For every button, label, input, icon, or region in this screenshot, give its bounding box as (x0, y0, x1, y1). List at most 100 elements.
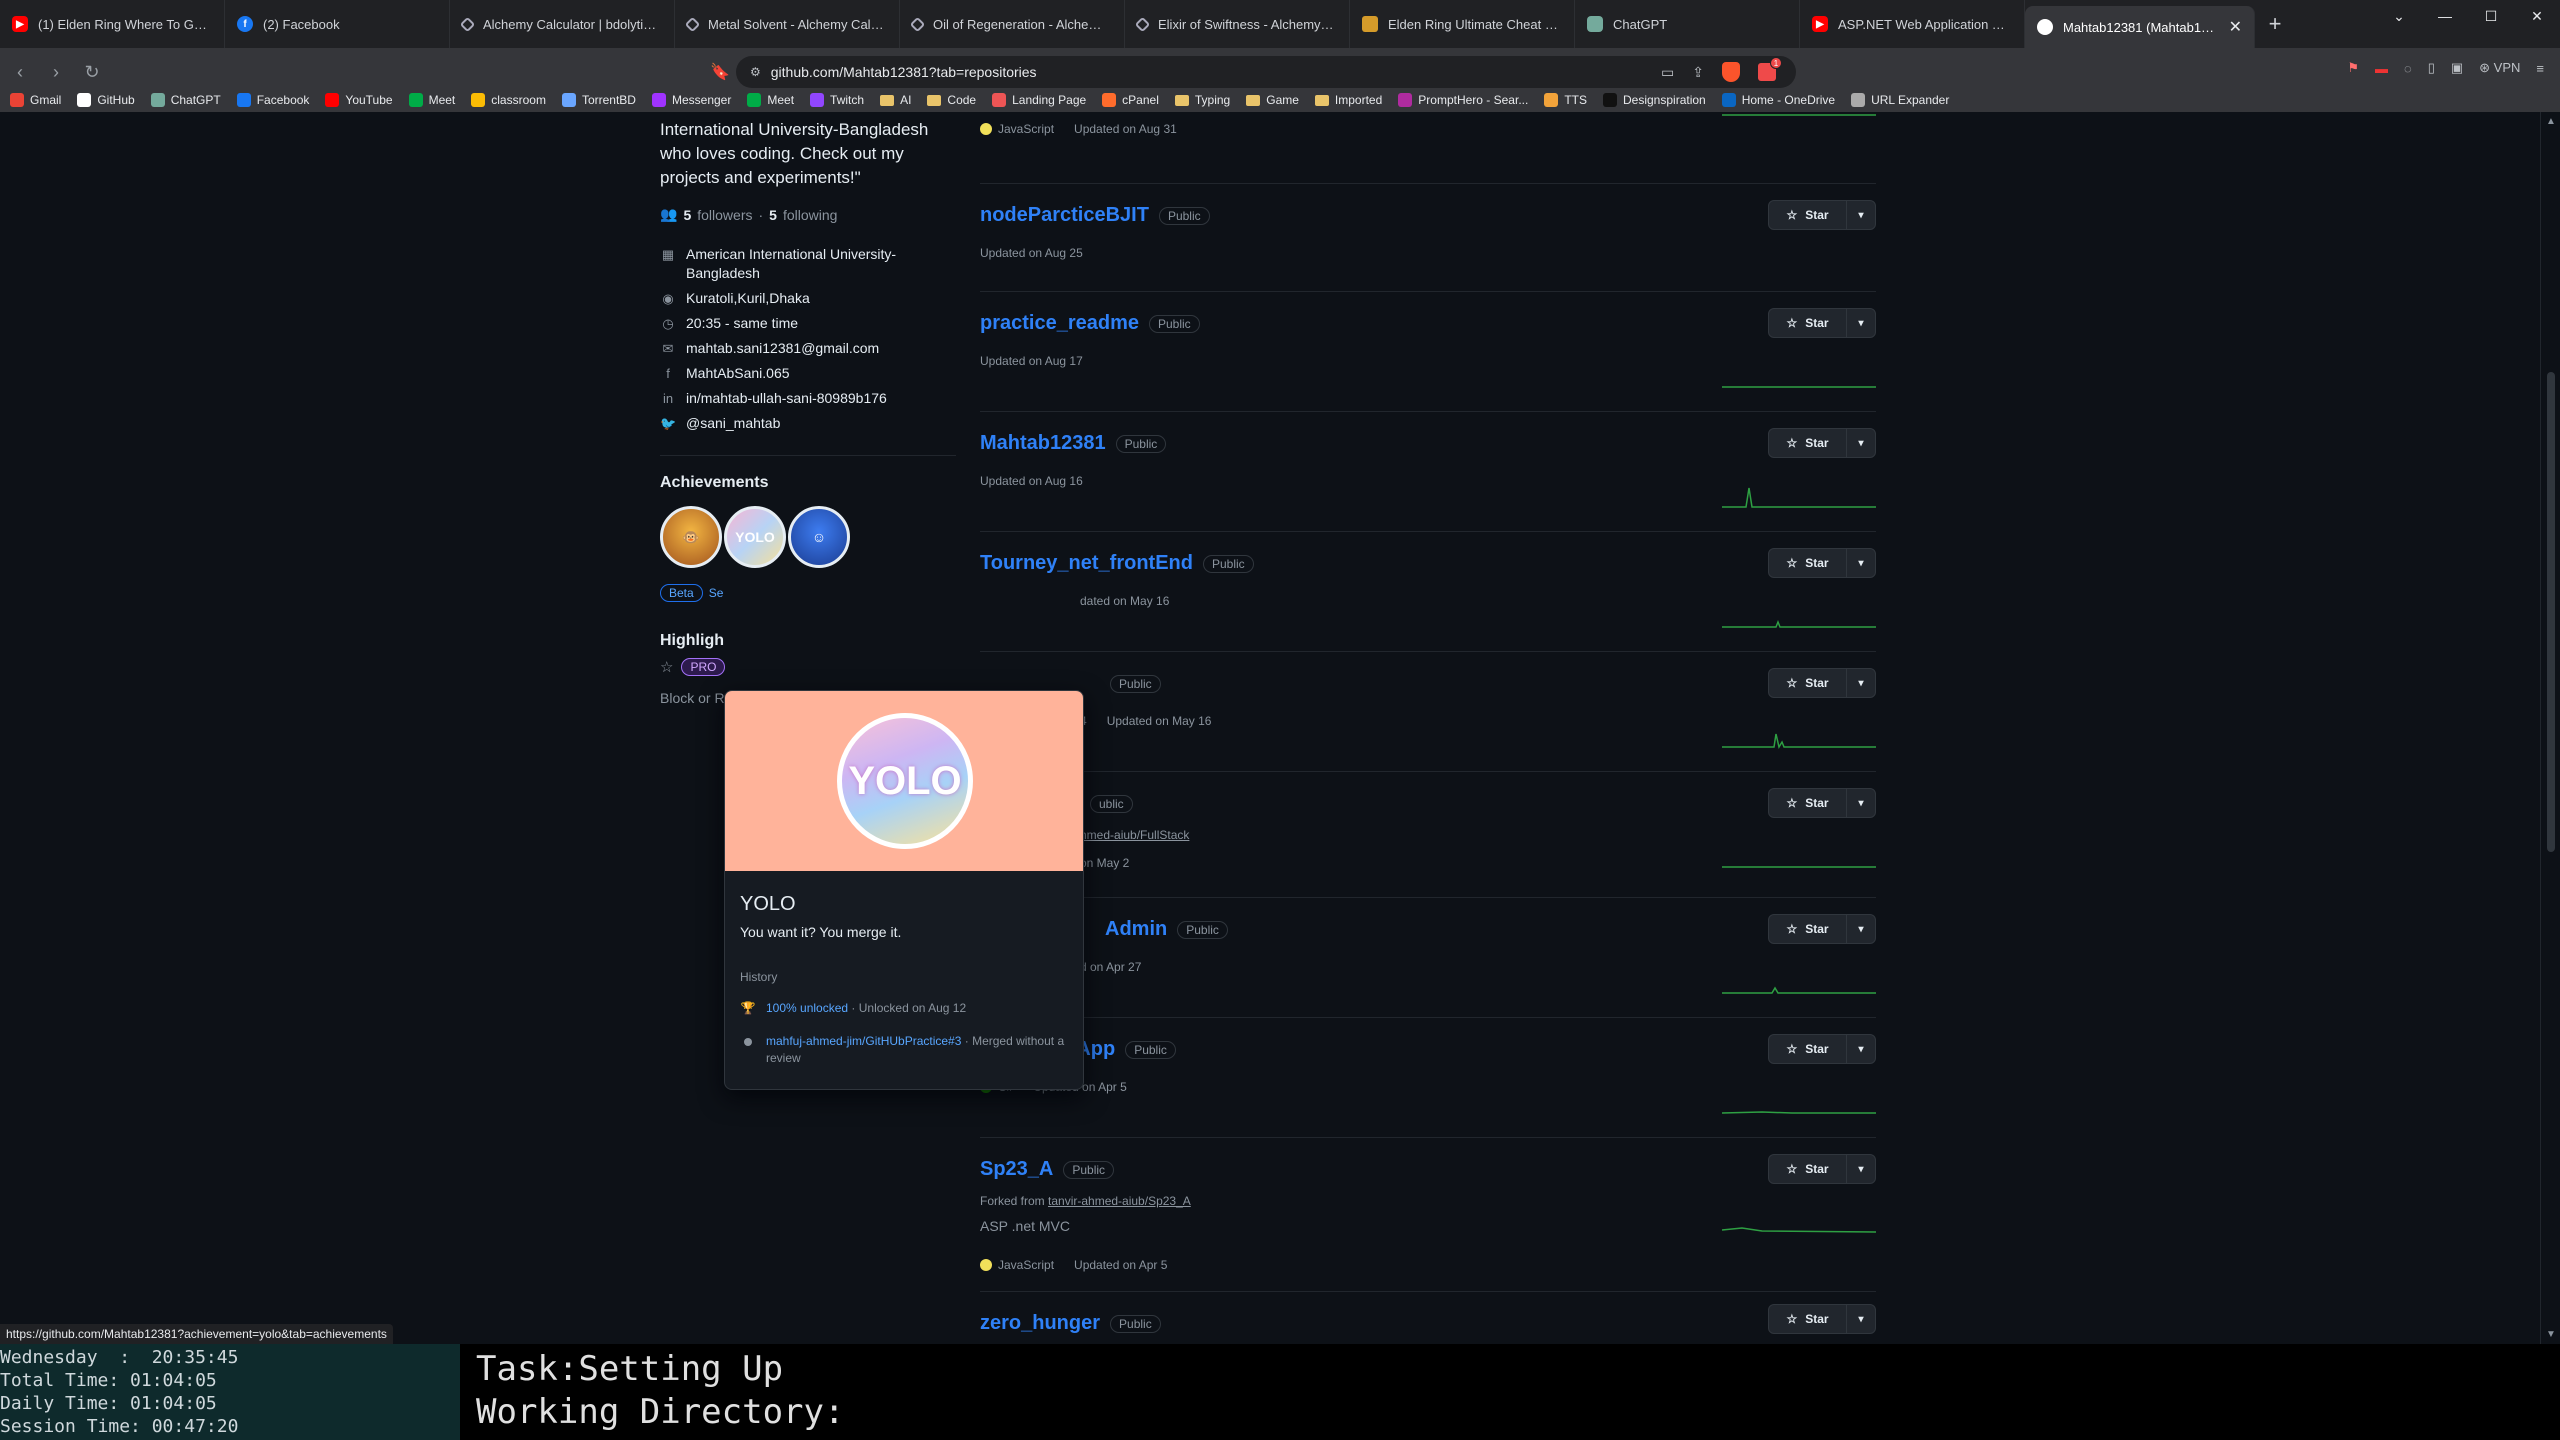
bookmark-item[interactable]: GitHub (77, 93, 135, 107)
share-icon[interactable]: ⇪ (1692, 64, 1704, 81)
brave-rewards-icon[interactable]: 1 (1758, 57, 1782, 81)
scroll-down-icon[interactable]: ▼ (2545, 1329, 2557, 1340)
list-dropdown-icon[interactable]: ▾ (1847, 429, 1875, 457)
bookmark-item[interactable]: Gmail (10, 93, 61, 107)
bookmark-item[interactable]: Meet (747, 93, 794, 107)
repo-name[interactable]: practice_readme (980, 312, 1139, 334)
list-dropdown-icon[interactable]: ▾ (1847, 1155, 1875, 1183)
tab-alchemy-calculator[interactable]: Alchemy Calculator | bdolytics - Th (450, 0, 675, 48)
page-scrollbar[interactable]: ▲ ▼ (2540, 112, 2560, 1344)
tab-aspnet-tutorial[interactable]: ▶ASP.NET Web Application Tutorial (1800, 0, 2025, 48)
forked-source-link[interactable]: tanvir-ahmed-aiub/Sp23_A (1048, 1194, 1191, 1208)
repo-name-link[interactable]: ublic (1080, 792, 1133, 815)
star-button[interactable]: ☆ Star ▾ (1768, 914, 1876, 944)
bookmark-item[interactable]: Messenger (651, 93, 731, 107)
tab-cheat-engine[interactable]: Elden Ring Ultimate Cheat Engine (1350, 0, 1575, 48)
repo-name-link[interactable]: Public (1100, 672, 1161, 695)
achievement-badge-yolo[interactable]: YOLO (724, 506, 786, 568)
bookmark-item[interactable]: cPanel (1102, 93, 1159, 107)
tab-metal-solvent[interactable]: Metal Solvent - Alchemy Calculato (675, 0, 900, 48)
repo-name[interactable]: zero_hunger (980, 1312, 1100, 1334)
repo-name-link[interactable]: Sp23_A Public (980, 1158, 1115, 1181)
bookmark-item[interactable]: PromptHero - Sear... (1398, 93, 1528, 107)
star-button[interactable]: ☆ Star ▾ (1768, 668, 1876, 698)
sidebar-icon[interactable]: ▯ (2428, 60, 2435, 76)
back-icon[interactable]: ‹ (4, 56, 36, 88)
star-button[interactable]: ☆ Star ▾ (1768, 788, 1876, 818)
star-button-main[interactable]: ☆ Star (1769, 429, 1847, 457)
repo-name-link[interactable]: nodeParcticeBJIT Public (980, 204, 1210, 227)
bookmark-item[interactable]: AI (880, 93, 911, 107)
following-label[interactable]: following (783, 207, 837, 223)
repo-name[interactable]: Admin (1105, 918, 1167, 940)
star-button[interactable]: ☆ Star ▾ (1768, 1304, 1876, 1334)
repo-name[interactable]: Tourney_net_frontEnd (980, 552, 1193, 574)
profile-detail-text[interactable]: mahtab.sani12381@gmail.com (686, 339, 879, 358)
bookmark-item[interactable]: YouTube (325, 93, 393, 107)
star-button-main[interactable]: ☆ Star (1769, 669, 1847, 697)
cast-icon[interactable]: ▭ (1661, 64, 1674, 81)
vpn-button[interactable]: ⊛ VPN (2479, 60, 2520, 76)
bookmark-icon[interactable]: 🔖 (704, 56, 736, 88)
tab-elixir-of-swiftness[interactable]: Elixir of Swiftness - Alchemy Calcu (1125, 0, 1350, 48)
star-button-main[interactable]: ☆ Star (1769, 1155, 1847, 1183)
bookmark-item[interactable]: Meet (408, 93, 455, 107)
star-button-main[interactable]: ☆ Star (1769, 915, 1847, 943)
star-button[interactable]: ☆ Star ▾ (1768, 308, 1876, 338)
bookmark-item[interactable]: classroom (471, 93, 546, 107)
repo-name-link[interactable]: zero_hunger Public (980, 1312, 1161, 1335)
followers-label[interactable]: followers (697, 207, 752, 223)
achievement-badge-pull-shark[interactable]: 🐵 (660, 506, 722, 568)
list-dropdown-icon[interactable]: ▾ (1847, 669, 1875, 697)
list-dropdown-icon[interactable]: ▾ (1847, 549, 1875, 577)
forward-icon[interactable]: › (40, 56, 72, 88)
repo-name-link[interactable]: Tourney_net_frontEnd Public (980, 552, 1254, 575)
extension-icon[interactable]: ⚑ (2347, 60, 2359, 76)
bookmark-item[interactable]: Facebook (236, 93, 309, 107)
list-dropdown-icon[interactable]: ▾ (1847, 1305, 1875, 1333)
followers-count[interactable]: 5 (683, 207, 691, 223)
following-count[interactable]: 5 (769, 207, 777, 223)
close-window-icon[interactable]: ✕ (2514, 0, 2560, 32)
bookmark-item[interactable]: Typing (1174, 93, 1230, 107)
maximize-icon[interactable]: ☐ (2468, 0, 2514, 32)
send-feedback-link[interactable]: Se (709, 586, 724, 600)
repo-name[interactable]: nodeParcticeBJIT (980, 204, 1149, 226)
brave-shields-icon[interactable] (1722, 62, 1740, 82)
list-dropdown-icon[interactable]: ▾ (1847, 789, 1875, 817)
repo-name-link[interactable]: practice_readme Public (980, 312, 1200, 335)
list-dropdown-icon[interactable]: ▾ (1847, 201, 1875, 229)
star-button[interactable]: ☆ Star ▾ (1768, 1034, 1876, 1064)
star-button-main[interactable]: ☆ Star (1769, 201, 1847, 229)
repo-name[interactable]: Sp23_A (980, 1158, 1053, 1180)
tab-oil-of-regeneration[interactable]: Oil of Regeneration - Alchemy Cal (900, 0, 1125, 48)
star-button[interactable]: ☆ Star ▾ (1768, 548, 1876, 578)
bookmark-item[interactable]: TorrentBD (561, 93, 636, 107)
tab-chatgpt[interactable]: ChatGPT (1575, 0, 1800, 48)
achievement-badge-quickdraw[interactable]: ☺ (788, 506, 850, 568)
bookmark-item[interactable]: URL Expander (1851, 93, 1949, 107)
scrollbar-thumb[interactable] (2547, 372, 2555, 852)
unlocked-link[interactable]: 100% unlocked (766, 1001, 848, 1015)
star-button[interactable]: ☆ Star ▾ (1768, 428, 1876, 458)
list-dropdown-icon[interactable]: ▾ (1847, 915, 1875, 943)
bookmark-item[interactable]: Home - OneDrive (1721, 93, 1835, 107)
tab-elden-ring-video[interactable]: ▶(1) Elden Ring Where To Go First | (0, 0, 225, 48)
address-bar[interactable]: ⚙ github.com/Mahtab12381?tab=repositorie… (736, 56, 1796, 88)
star-button-main[interactable]: ☆ Star (1769, 1035, 1847, 1063)
star-button-main[interactable]: ☆ Star (1769, 1305, 1847, 1333)
star-button[interactable]: ☆ Star ▾ (1768, 1154, 1876, 1184)
site-info-icon[interactable]: ⚙ (750, 65, 761, 79)
menu-icon[interactable]: ≡ (2536, 61, 2544, 76)
new-tab-button[interactable]: + (2255, 0, 2295, 48)
bookmark-item[interactable]: TTS (1544, 93, 1587, 107)
profile-detail-text[interactable]: MahtAbSani.065 (686, 364, 790, 383)
extension-icon[interactable]: ▬ (2375, 61, 2388, 76)
scroll-up-icon[interactable]: ▲ (2545, 116, 2557, 127)
star-button-main[interactable]: ☆ Star (1769, 549, 1847, 577)
wallet-icon[interactable]: ▣ (2451, 60, 2463, 76)
bookmark-item[interactable]: Imported (1314, 93, 1382, 107)
tab-github-profile[interactable]: Mahtab12381 (Mahtab12381) ✕ (2025, 6, 2255, 48)
bookmark-item[interactable]: Landing Page (992, 93, 1086, 107)
star-button-main[interactable]: ☆ Star (1769, 309, 1847, 337)
